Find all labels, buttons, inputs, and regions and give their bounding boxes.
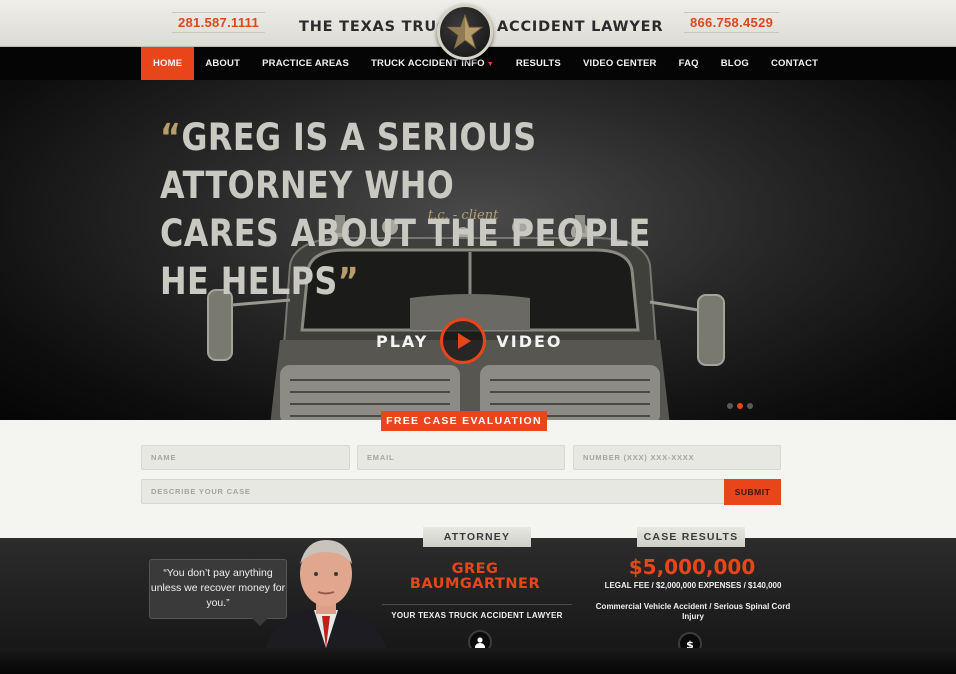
bottom-strip [0,648,956,674]
quote-close-mark: ” [337,260,360,303]
bottom-section: “You don’t pay anything unless we recove… [0,527,956,674]
case-result-amount: $5,000,000 [628,555,756,579]
attorney-last-name: BAUMGARTNER [409,576,541,592]
play-video-control[interactable]: PLAY VIDEO [376,318,563,364]
quote-line-2: CARES ABOUT THE PEOPLE HE HELPS [160,212,651,303]
star-icon [446,13,484,50]
name-field[interactable]: NAME [141,445,350,470]
nav-item-video-center[interactable]: VIDEO CENTER [572,47,668,80]
case-fee-breakdown: LEGAL FEE / $2,000,000 EXPENSES / $140,0… [604,581,782,590]
nav-item-about[interactable]: ABOUT [194,47,251,80]
slider-dots [727,403,753,409]
slider-dot-active[interactable] [737,403,743,409]
brand-text-right: ACCIDENT LAWYER [497,19,664,35]
attorney-portrait [266,540,386,648]
case-evaluation-form: FREE CASE EVALUATION NAME EMAIL NUMBER (… [0,411,956,538]
nav-item-practice-areas[interactable]: PRACTICE AREAS [251,47,360,80]
attorney-first-name: GREG [451,561,499,577]
video-label: VIDEO [496,331,563,351]
caret-down-icon: ▼ [486,61,494,68]
nav-item-contact[interactable]: CONTACT [760,47,829,80]
hero-banner: “GREG IS A SERIOUS ATTORNEY WHO CARES AB… [0,80,956,420]
logo-star-badge[interactable] [437,4,493,60]
submit-button[interactable]: SUBMIT [724,479,781,505]
attorney-role: YOUR TEXAS TRUCK ACCIDENT LAWYER [382,604,572,620]
attorney-tab: ATTORNEY [423,527,531,547]
describe-case-field[interactable]: DESCRIBE YOUR CASE [141,479,725,504]
attorney-name[interactable]: GREG BAUMGARTNER [390,562,560,592]
slider-dot[interactable] [747,403,753,409]
free-case-evaluation-tab: FREE CASE EVALUATION [381,411,547,431]
person-icon [475,637,485,648]
play-label: PLAY [376,331,429,351]
case-results-tab: CASE RESULTS [637,527,745,547]
case-description: Commercial Vehicle Accident / Serious Sp… [595,602,791,621]
quote-line-1: GREG IS A SERIOUS ATTORNEY WHO [160,116,537,207]
phone-number-right[interactable]: 866.758.4529 [684,12,780,33]
nav-item-faq[interactable]: FAQ [668,47,710,80]
play-icon [458,333,472,349]
slider-dot[interactable] [727,403,733,409]
page: 281.587.1111 THE TEXAS TRUCK ACCIDENT LA… [0,0,956,674]
phone-number-left[interactable]: 281.587.1111 [172,12,265,33]
play-button[interactable] [440,318,487,364]
nav-item-blog[interactable]: BLOG [710,47,760,80]
phone-number-field[interactable]: NUMBER (XXX) XXX-XXXX [573,445,781,470]
nav-item-results[interactable]: RESULTS [505,47,572,80]
email-field[interactable]: EMAIL [357,445,565,470]
quote-attribution: t.c. - client [428,208,499,223]
quote-open-mark: “ [160,116,182,159]
nav-item-home[interactable]: HOME [141,47,195,80]
